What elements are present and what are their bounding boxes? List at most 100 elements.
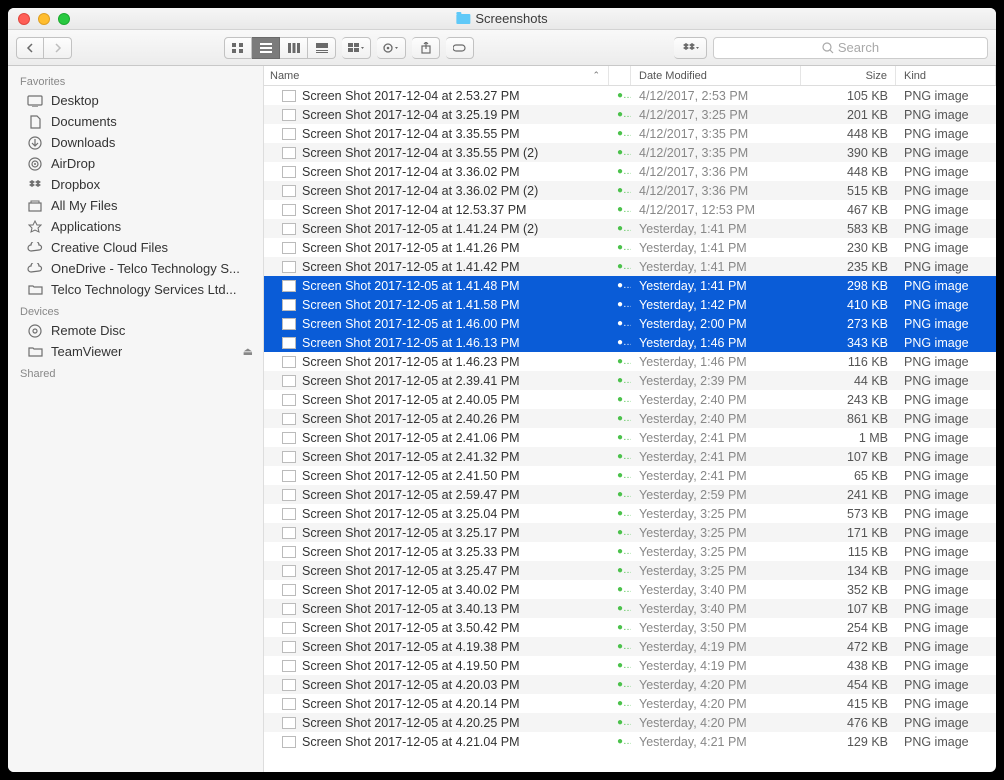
- minimize-button[interactable]: [38, 13, 50, 25]
- sidebar-item[interactable]: Documents: [8, 111, 263, 132]
- file-icon: [282, 394, 296, 406]
- file-row[interactable]: Screen Shot 2017-12-05 at 2.40.05 PM●Yes…: [264, 390, 996, 409]
- file-name: Screen Shot 2017-12-05 at 3.40.02 PM: [302, 583, 520, 597]
- file-row[interactable]: Screen Shot 2017-12-05 at 3.40.13 PM●Yes…: [264, 599, 996, 618]
- file-row[interactable]: Screen Shot 2017-12-04 at 3.35.55 PM●4/1…: [264, 124, 996, 143]
- view-coverflow-button[interactable]: [308, 37, 336, 59]
- sidebar-item[interactable]: All My Files: [8, 195, 263, 216]
- titlebar[interactable]: Screenshots: [8, 8, 996, 30]
- file-icon: [282, 147, 296, 159]
- file-kind: PNG image: [896, 716, 996, 730]
- file-row[interactable]: Screen Shot 2017-12-05 at 3.25.17 PM●Yes…: [264, 523, 996, 542]
- search-input[interactable]: Search: [713, 37, 988, 59]
- file-date: Yesterday, 3:25 PM: [631, 526, 801, 540]
- back-button[interactable]: [16, 37, 44, 59]
- dropbox-toolbar-button[interactable]: [674, 37, 707, 59]
- close-button[interactable]: [18, 13, 30, 25]
- file-size: 1 MB: [801, 431, 896, 445]
- file-row[interactable]: Screen Shot 2017-12-05 at 2.39.41 PM●Yes…: [264, 371, 996, 390]
- sidebar-item[interactable]: Creative Cloud Files: [8, 237, 263, 258]
- file-icon: [282, 166, 296, 178]
- file-date: 4/12/2017, 2:53 PM: [631, 89, 801, 103]
- file-row[interactable]: Screen Shot 2017-12-04 at 3.35.55 PM (2)…: [264, 143, 996, 162]
- file-name: Screen Shot 2017-12-05 at 1.41.48 PM: [302, 279, 520, 293]
- file-row[interactable]: Screen Shot 2017-12-05 at 4.20.03 PM●Yes…: [264, 675, 996, 694]
- sync-status-icon: ●: [609, 90, 631, 101]
- file-date: Yesterday, 1:41 PM: [631, 241, 801, 255]
- eject-icon[interactable]: ⏏: [243, 345, 253, 358]
- file-row[interactable]: Screen Shot 2017-12-05 at 4.19.50 PM●Yes…: [264, 656, 996, 675]
- file-row[interactable]: Screen Shot 2017-12-05 at 1.46.23 PM●Yes…: [264, 352, 996, 371]
- sidebar-item[interactable]: OneDrive - Telco Technology S...: [8, 258, 263, 279]
- view-icon-button[interactable]: [224, 37, 252, 59]
- airdrop-icon: [26, 157, 44, 171]
- file-row[interactable]: Screen Shot 2017-12-05 at 4.19.38 PM●Yes…: [264, 637, 996, 656]
- file-kind: PNG image: [896, 165, 996, 179]
- sidebar-item[interactable]: TeamViewer⏏: [8, 341, 263, 362]
- view-column-button[interactable]: [280, 37, 308, 59]
- sidebar-item[interactable]: Desktop: [8, 90, 263, 111]
- file-row[interactable]: Screen Shot 2017-12-05 at 4.21.04 PM●Yes…: [264, 732, 996, 751]
- file-row[interactable]: Screen Shot 2017-12-05 at 2.40.26 PM●Yes…: [264, 409, 996, 428]
- sidebar-item[interactable]: Remote Disc: [8, 320, 263, 341]
- file-row[interactable]: Screen Shot 2017-12-05 at 1.41.26 PM●Yes…: [264, 238, 996, 257]
- file-row[interactable]: Screen Shot 2017-12-05 at 2.59.47 PM●Yes…: [264, 485, 996, 504]
- file-row[interactable]: Screen Shot 2017-12-05 at 1.46.00 PM●Yes…: [264, 314, 996, 333]
- sidebar-item-label: Remote Disc: [51, 323, 125, 338]
- sidebar-item[interactable]: Dropbox: [8, 174, 263, 195]
- sync-status-icon: ●: [609, 242, 631, 253]
- file-row[interactable]: Screen Shot 2017-12-05 at 3.25.47 PM●Yes…: [264, 561, 996, 580]
- file-row[interactable]: Screen Shot 2017-12-04 at 2.53.27 PM●4/1…: [264, 86, 996, 105]
- file-list: Name⌃ Date Modified Size Kind Screen Sho…: [264, 66, 996, 772]
- file-row[interactable]: Screen Shot 2017-12-05 at 1.46.13 PM●Yes…: [264, 333, 996, 352]
- sync-status-icon: ●: [609, 641, 631, 652]
- view-list-button[interactable]: [252, 37, 280, 59]
- sidebar-section-header: Favorites: [8, 70, 263, 90]
- share-button[interactable]: [412, 37, 440, 59]
- sync-status-icon: ●: [609, 318, 631, 329]
- file-row[interactable]: Screen Shot 2017-12-05 at 1.41.42 PM●Yes…: [264, 257, 996, 276]
- file-row[interactable]: Screen Shot 2017-12-05 at 1.41.24 PM (2)…: [264, 219, 996, 238]
- zoom-button[interactable]: [58, 13, 70, 25]
- file-icon: [282, 470, 296, 482]
- file-row[interactable]: Screen Shot 2017-12-05 at 4.20.25 PM●Yes…: [264, 713, 996, 732]
- file-row[interactable]: Screen Shot 2017-12-05 at 1.41.58 PM●Yes…: [264, 295, 996, 314]
- file-name: Screen Shot 2017-12-05 at 3.40.13 PM: [302, 602, 520, 616]
- column-size[interactable]: Size: [801, 66, 896, 85]
- file-date: 4/12/2017, 3:36 PM: [631, 184, 801, 198]
- tags-button[interactable]: [446, 37, 474, 59]
- window-controls: [8, 13, 70, 25]
- sidebar-item-label: Telco Technology Services Ltd...: [51, 282, 236, 297]
- file-row[interactable]: Screen Shot 2017-12-05 at 2.41.32 PM●Yes…: [264, 447, 996, 466]
- file-row[interactable]: Screen Shot 2017-12-05 at 3.25.33 PM●Yes…: [264, 542, 996, 561]
- file-row[interactable]: Screen Shot 2017-12-04 at 3.36.02 PM●4/1…: [264, 162, 996, 181]
- file-date: Yesterday, 4:19 PM: [631, 640, 801, 654]
- file-rows[interactable]: Screen Shot 2017-12-04 at 2.53.27 PM●4/1…: [264, 86, 996, 772]
- column-name[interactable]: Name⌃: [264, 66, 609, 85]
- file-row[interactable]: Screen Shot 2017-12-05 at 2.41.06 PM●Yes…: [264, 428, 996, 447]
- forward-button[interactable]: [44, 37, 72, 59]
- action-button[interactable]: [377, 37, 406, 59]
- file-row[interactable]: Screen Shot 2017-12-04 at 12.53.37 PM●4/…: [264, 200, 996, 219]
- file-kind: PNG image: [896, 450, 996, 464]
- file-row[interactable]: Screen Shot 2017-12-04 at 3.25.19 PM●4/1…: [264, 105, 996, 124]
- file-row[interactable]: Screen Shot 2017-12-05 at 3.40.02 PM●Yes…: [264, 580, 996, 599]
- file-name: Screen Shot 2017-12-04 at 3.35.55 PM: [302, 127, 520, 141]
- sidebar-item[interactable]: Downloads: [8, 132, 263, 153]
- file-row[interactable]: Screen Shot 2017-12-05 at 2.41.50 PM●Yes…: [264, 466, 996, 485]
- file-row[interactable]: Screen Shot 2017-12-05 at 3.50.42 PM●Yes…: [264, 618, 996, 637]
- sidebar-item[interactable]: Telco Technology Services Ltd...: [8, 279, 263, 300]
- file-kind: PNG image: [896, 203, 996, 217]
- file-row[interactable]: Screen Shot 2017-12-05 at 3.25.04 PM●Yes…: [264, 504, 996, 523]
- sync-status-icon: ●: [609, 451, 631, 462]
- sidebar-item[interactable]: Applications: [8, 216, 263, 237]
- sidebar-item-label: All My Files: [51, 198, 117, 213]
- file-row[interactable]: Screen Shot 2017-12-04 at 3.36.02 PM (2)…: [264, 181, 996, 200]
- file-row[interactable]: Screen Shot 2017-12-05 at 4.20.14 PM●Yes…: [264, 694, 996, 713]
- column-kind[interactable]: Kind: [896, 66, 996, 85]
- search-placeholder: Search: [838, 40, 879, 55]
- file-row[interactable]: Screen Shot 2017-12-05 at 1.41.48 PM●Yes…: [264, 276, 996, 295]
- column-date[interactable]: Date Modified: [631, 66, 801, 85]
- arrange-button[interactable]: [342, 37, 371, 59]
- sidebar-item[interactable]: AirDrop: [8, 153, 263, 174]
